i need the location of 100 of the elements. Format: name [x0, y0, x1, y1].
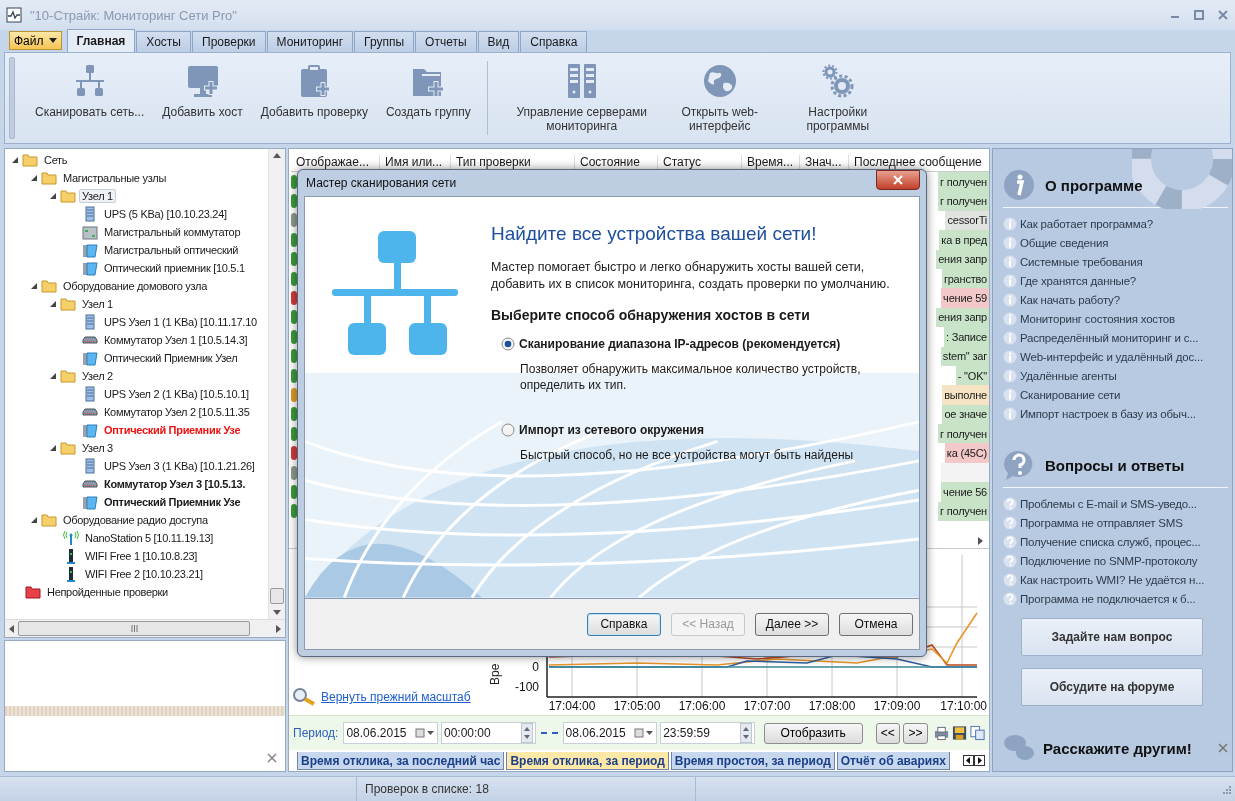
tree-item[interactable]: WIFI Free 2 [10.10.23.21] — [82, 567, 206, 581]
ribbon-button[interactable]: Открыть web-интерфейс — [661, 57, 778, 139]
tree-item[interactable]: UPS Узел 1 (1 KBa) [10.11.17.10 — [101, 315, 260, 329]
help-link[interactable]: Где хранятся данные? — [1003, 271, 1137, 290]
tree-item[interactable]: Магистральные узлы — [60, 171, 169, 185]
tree-item[interactable]: Магистральный коммутатор — [101, 225, 244, 239]
help-button[interactable]: Обсудите на форуме — [1021, 668, 1203, 706]
expander-icon[interactable] — [30, 174, 38, 182]
tree-item[interactable]: Оборудование радио доступа — [60, 513, 211, 527]
scrollbar-thumb[interactable] — [18, 621, 250, 636]
ribbon-tab[interactable]: Хосты — [136, 31, 191, 52]
dialog-button[interactable]: Отмена — [839, 612, 913, 636]
tab-scroll-icon[interactable] — [963, 755, 985, 766]
scrollbar-thumb[interactable] — [270, 588, 284, 604]
report-tab[interactable]: Время отклика, за последний час — [297, 752, 505, 770]
report-tab[interactable]: Отчёт об авариях — [836, 752, 950, 770]
tree-item[interactable]: UPS Узел 3 (1 KBa) [10.1.21.26] — [101, 459, 258, 473]
ribbon-tab[interactable]: Отчеты — [415, 31, 477, 52]
dialog-button[interactable]: Далее >> — [755, 612, 829, 636]
tree-item[interactable]: NanoStation 5 [10.11.19.13] — [82, 531, 217, 545]
radio-icon[interactable] — [501, 337, 515, 351]
tree-item[interactable]: Коммутатор Узел 1 [10.5.14.3] — [101, 333, 251, 347]
tree-item[interactable]: WIFI Free 1 [10.10.8.23] — [82, 549, 201, 563]
scroll-left-icon[interactable] — [9, 624, 14, 633]
expander-icon[interactable] — [49, 444, 57, 452]
tree-item[interactable]: Оптический Приемник Узел — [101, 351, 241, 365]
resize-grip-icon[interactable] — [1221, 784, 1231, 794]
help-link[interactable]: Программа не отправляет SMS — [1003, 513, 1183, 532]
ribbon-tab[interactable]: Главная — [66, 29, 136, 52]
tree-item[interactable]: Оптический приемник [10.5.1 — [101, 261, 248, 275]
column-header[interactable]: Последнее сообщение — [849, 155, 989, 169]
tree-item[interactable]: Узел 2 — [79, 369, 116, 383]
help-link[interactable]: Как начать работу? — [1003, 290, 1120, 309]
expander-icon[interactable] — [30, 282, 38, 290]
ribbon-button[interactable]: Добавить хост — [154, 57, 251, 139]
close-button[interactable] — [876, 170, 920, 190]
spinner-icon[interactable] — [520, 723, 533, 743]
expander-icon[interactable] — [30, 516, 38, 524]
tree-item[interactable]: Узел 3 — [79, 441, 116, 455]
close-icon[interactable] — [1217, 9, 1229, 21]
help-link[interactable]: Как работает программа? — [1003, 214, 1153, 233]
time-field[interactable]: 23:59:59 — [660, 722, 755, 744]
previous-button[interactable]: << — [875, 722, 901, 744]
tree-item[interactable]: UPS Узел 2 (1 KBa) [10.5.10.1] — [101, 387, 252, 401]
tree-item[interactable]: Оптический Приемник Узе — [101, 423, 244, 437]
scroll-right-icon[interactable] — [978, 537, 983, 545]
save-icon[interactable] — [951, 725, 967, 741]
help-link[interactable]: Подключение по SNMP-протоколу — [1003, 551, 1198, 570]
date-field[interactable]: 08.06.2015 — [562, 722, 658, 744]
ribbon-button[interactable]: Настройки программы — [779, 57, 896, 139]
next-button[interactable]: >> — [903, 722, 928, 744]
tree-item[interactable]: Коммутатор Узел 2 [10.5.11.35 — [101, 405, 253, 419]
report-tab[interactable]: Время простоя, за период — [670, 752, 835, 770]
ribbon-tab[interactable]: Мониторинг — [266, 31, 354, 52]
help-link[interactable]: Удалённые агенты — [1003, 366, 1117, 385]
radio-option[interactable]: Импорт из сетевого окружения — [501, 423, 909, 437]
report-tab[interactable]: Время отклика, за период — [506, 752, 669, 770]
tree-item[interactable]: Сеть — [41, 153, 71, 167]
expander-icon[interactable] — [49, 372, 57, 380]
help-link[interactable]: Получение списка служб, процес... — [1003, 532, 1201, 551]
printer-icon[interactable] — [933, 725, 949, 741]
ribbon-tab[interactable]: Справка — [520, 31, 588, 52]
radio-icon[interactable] — [501, 423, 515, 437]
date-field[interactable]: 08.06.2015 — [343, 722, 438, 744]
ribbon-tab[interactable]: Группы — [354, 31, 415, 52]
show-button[interactable]: Отобразить — [763, 722, 863, 744]
scroll-down-icon[interactable] — [273, 610, 281, 615]
tree-item[interactable]: Непройденные проверки — [44, 585, 171, 599]
calendar-dropdown-icon[interactable] — [415, 728, 435, 738]
close-icon[interactable] — [1218, 743, 1228, 753]
help-link[interactable]: Проблемы с E-mail и SMS-уведо... — [1003, 494, 1197, 513]
help-button[interactable]: Задайте нам вопрос — [1021, 618, 1203, 656]
ribbon-button[interactable]: Создать группу — [377, 57, 479, 139]
copy-icon[interactable] — [969, 725, 985, 741]
tree-item[interactable]: Оптический Приемник Узе — [101, 495, 244, 509]
ribbon-tab[interactable]: Вид — [477, 31, 520, 52]
tree-item[interactable]: UPS (5 KBa) [10.10.23.24] — [101, 207, 230, 221]
help-link[interactable]: Как настроить WMI? Не удаётся н... — [1003, 570, 1205, 589]
help-link[interactable]: Web-интерфейс и удалённый дос... — [1003, 347, 1204, 366]
help-link[interactable]: Распределённый мониторинг и с... — [1003, 328, 1199, 347]
help-link[interactable]: Общие сведения — [1003, 233, 1109, 252]
scroll-right-icon[interactable] — [276, 624, 281, 633]
scroll-up-icon[interactable] — [273, 153, 281, 158]
calendar-dropdown-icon[interactable] — [634, 728, 655, 738]
ribbon-tab[interactable]: Проверки — [192, 31, 266, 52]
tree-item[interactable]: Узел 1 — [79, 297, 116, 311]
dialog-button[interactable]: Справка — [587, 612, 661, 636]
expander-icon[interactable] — [49, 300, 57, 308]
tree-item[interactable]: Оборудование домового узла — [60, 279, 211, 293]
close-icon[interactable] — [267, 753, 277, 763]
ribbon-button[interactable]: Сканировать сеть... — [27, 57, 153, 139]
help-link[interactable]: Программа не подключается к б... — [1003, 589, 1196, 608]
ribbon-button[interactable]: Добавить проверку — [252, 57, 376, 139]
help-link[interactable]: Мониторинг состояния хостов — [1003, 309, 1175, 328]
spinner-icon[interactable] — [739, 723, 752, 743]
help-link[interactable]: Сканирование сети — [1003, 385, 1121, 404]
tree-item[interactable]: Коммутатор Узел 3 [10.5.13. — [101, 477, 249, 491]
tree-item[interactable]: Узел 1 — [79, 189, 116, 203]
tree-item[interactable]: Магистральный оптический — [101, 243, 242, 257]
zoom-reset-link[interactable]: Вернуть прежний масштаб — [321, 690, 471, 704]
